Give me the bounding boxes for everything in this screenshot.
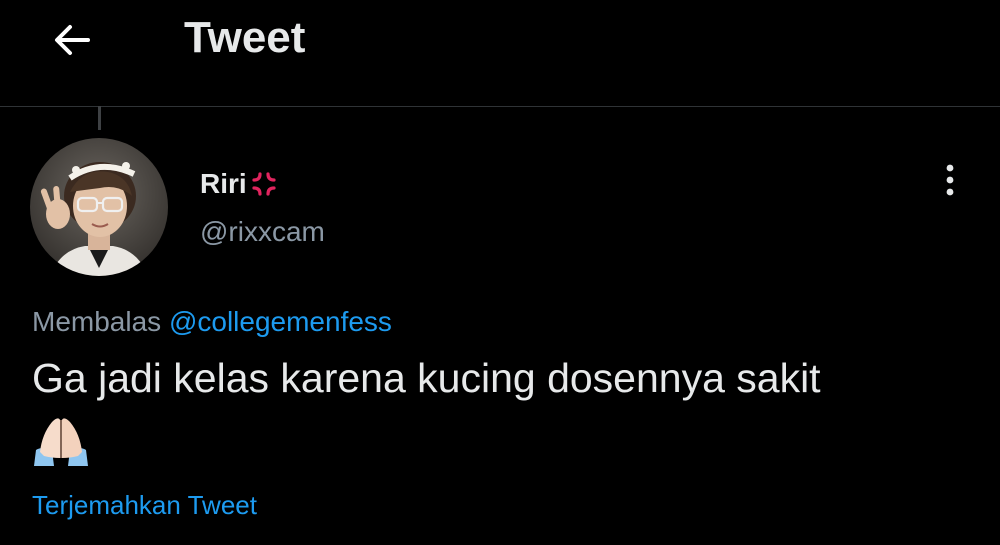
- page-title: Tweet: [184, 13, 306, 62]
- replying-to-mention-link[interactable]: @collegemenfess: [169, 306, 392, 337]
- replying-to-label: Membalas: [32, 306, 162, 337]
- replying-to: Membalas @collegemenfess: [32, 304, 392, 340]
- back-button[interactable]: [44, 12, 100, 68]
- anger-symbol-icon: [252, 172, 276, 196]
- avatar[interactable]: [30, 138, 168, 276]
- user-handle[interactable]: @rixxcam: [200, 214, 325, 250]
- profile-photo: [30, 138, 168, 276]
- more-options-button[interactable]: [930, 158, 970, 202]
- display-name[interactable]: Riri: [200, 168, 247, 200]
- folded-hands-icon: [34, 418, 88, 466]
- tweet-text: Ga jadi kelas karena kucing dosennya sak…: [32, 355, 821, 401]
- arrow-left-icon: [55, 25, 90, 55]
- thread-connector-line: [98, 106, 101, 130]
- top-bar: Tweet: [0, 0, 1000, 107]
- vertical-ellipsis-icon: [946, 164, 954, 196]
- author-name-row[interactable]: Riri: [200, 164, 279, 204]
- translate-tweet-link[interactable]: Terjemahkan Tweet: [32, 488, 257, 522]
